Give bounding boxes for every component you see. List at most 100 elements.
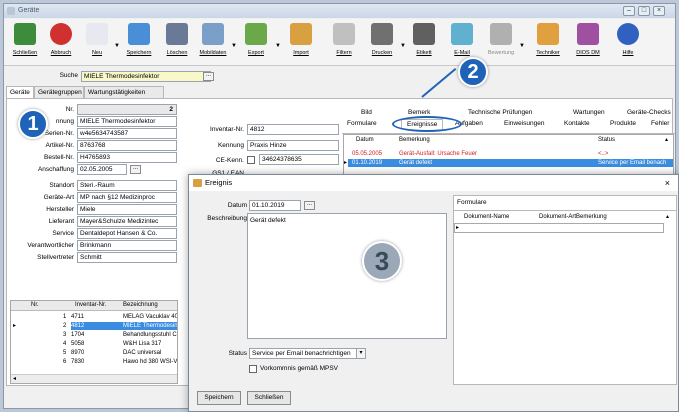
- maximize-button[interactable]: □: [638, 6, 650, 16]
- status-select[interactable]: Service per Email benachrichtigen: [249, 348, 357, 359]
- tool-label: Neu: [91, 50, 103, 56]
- serien-field[interactable]: w4e5634743587: [77, 128, 177, 139]
- ce-checkbox[interactable]: [247, 156, 255, 164]
- geraeteart-select[interactable]: MP nach §12 Medizinproc: [77, 192, 177, 203]
- cell-bezeichnung: Hawo hd 380 WSI-V: [123, 359, 178, 365]
- label-tool-button[interactable]: Etikett: [407, 21, 441, 63]
- tool-label: Hilfe: [622, 50, 634, 56]
- door-icon: [14, 23, 36, 45]
- anschaffung-date-button[interactable]: ...: [130, 165, 141, 174]
- col-bezeichnung: Bezeichnung: [123, 302, 158, 308]
- close-tool-button[interactable]: Schließen: [8, 21, 42, 63]
- mobile-data-tool-button[interactable]: Mobildaten: [196, 21, 230, 63]
- tab-produkte[interactable]: Produkte: [610, 120, 636, 127]
- new-dropdown-icon[interactable]: ▼: [114, 43, 120, 49]
- new-document-row[interactable]: ▸: [454, 223, 664, 233]
- standort-field[interactable]: Steri.-Raum: [77, 180, 177, 191]
- search-dots-button[interactable]: ...: [203, 72, 214, 81]
- service-field[interactable]: Dentaldepot Hansen & Co.: [77, 228, 177, 239]
- hersteller-field[interactable]: Miele: [77, 204, 177, 215]
- search-input[interactable]: MIELE Thermodesinfektor: [81, 71, 211, 82]
- bestell-field[interactable]: H4765893: [77, 152, 177, 163]
- table-row[interactable]: 1 4711 MELAG Vacuklav 40: [11, 313, 177, 321]
- events-header: Datum Bemerkung Status ▴: [344, 136, 673, 144]
- save-tool-button[interactable]: Speichern: [122, 21, 156, 63]
- cell-datum: 01.10.2019: [352, 160, 383, 166]
- table-row-selected[interactable]: ▸ 2 4812 MIELE Thermodesinf: [11, 322, 177, 330]
- mobile-dropdown-icon[interactable]: ▼: [231, 43, 237, 49]
- tool-label: Mobildaten: [199, 50, 227, 56]
- inventar-field[interactable]: 4812: [247, 124, 339, 135]
- table-row-selected[interactable]: ▸ 01.10.2019 Gerät defekt Service per Em…: [344, 159, 673, 167]
- cancel-tool-button[interactable]: Abbruch: [44, 21, 78, 63]
- table-row[interactable]: 6 7830 Hawo hd 380 WSI-V: [11, 358, 177, 366]
- table-row[interactable]: 5 8970 DAC universal: [11, 349, 177, 357]
- tab-geraetegruppen[interactable]: Gerätegruppen: [34, 86, 84, 98]
- bezeichnung-field[interactable]: MIELE Thermodesinfektor: [77, 116, 177, 127]
- technician-tool-button[interactable]: Techniker: [531, 21, 565, 63]
- cell-bemerkung: Gerät-Ausfall: Ursache Feuer: [399, 151, 478, 157]
- geraeteart-label: Geräte-Art: [43, 194, 74, 201]
- datum-picker-button[interactable]: ...: [304, 201, 315, 210]
- table-row[interactable]: 4 5058 W&H Lisa 317: [11, 340, 177, 348]
- table-row[interactable]: 3 1704 Behandlungsstuhl C5: [11, 331, 177, 339]
- filter-tool-button[interactable]: Filtern: [327, 21, 361, 63]
- kennung-field[interactable]: Praxis Hinze: [247, 140, 339, 151]
- tab-dialog-formulare[interactable]: Formulare: [457, 199, 487, 206]
- tab-geraete-checks[interactable]: Geräte-Checks: [627, 109, 671, 116]
- stellvertreter-field[interactable]: Schmitt: [77, 252, 177, 263]
- export-dropdown-icon[interactable]: ▼: [275, 43, 281, 49]
- dios-dm-tool-button[interactable]: DIOS DM: [571, 21, 605, 63]
- tab-technische-pruefungen[interactable]: Technische Prüfungen: [468, 109, 532, 116]
- scroll-left-icon[interactable]: ◂: [13, 375, 16, 382]
- status-label: Status: [228, 350, 247, 357]
- tool-label: Export: [248, 50, 264, 56]
- tool-label: Filtern: [336, 50, 352, 56]
- verantwortlicher-field[interactable]: Brinkmann: [77, 240, 177, 251]
- tab-kontakte[interactable]: Kontakte: [564, 120, 590, 127]
- scroll-up-icon[interactable]: ▴: [666, 213, 669, 221]
- close-window-button[interactable]: ×: [653, 6, 665, 16]
- print-tool-button[interactable]: Drucken: [365, 21, 399, 63]
- tool-label: Bewertung: [487, 50, 515, 56]
- device-list-scrollbar[interactable]: ◂: [11, 374, 177, 383]
- ce-field[interactable]: 34624378635: [259, 154, 339, 165]
- rating-dropdown-icon[interactable]: ▼: [519, 43, 525, 49]
- status-dropdown-icon[interactable]: ▾: [356, 348, 366, 359]
- tab-bild[interactable]: Bild: [361, 109, 372, 116]
- tab-fehler[interactable]: Fehler: [651, 120, 669, 127]
- tab-einweisungen[interactable]: Einweisungen: [504, 120, 544, 127]
- rating-tool-button[interactable]: Bewertung: [484, 21, 518, 63]
- export-tool-button[interactable]: Export: [239, 21, 273, 63]
- import-tool-button[interactable]: Import: [284, 21, 318, 63]
- tab-bemerkung[interactable]: Bemerk: [408, 109, 430, 116]
- inventar-label: Inventar-Nr.: [210, 126, 244, 133]
- col-bemerkung: Bemerkung: [399, 137, 430, 143]
- tool-label: Abbruch: [50, 50, 72, 56]
- table-row[interactable]: 05.05.2005 Gerät-Ausfall: Ursache Feuer …: [344, 150, 673, 158]
- delete-tool-button[interactable]: Löschen: [160, 21, 194, 63]
- search-row: Suche MIELE Thermodesinfektor ...: [4, 70, 675, 84]
- documents-grid: Dokument-Name Dokument-Art Bemerkung ▴ ▸: [454, 210, 676, 384]
- scroll-up-icon[interactable]: ▴: [665, 136, 668, 144]
- tab-formulare[interactable]: Formulare: [347, 120, 377, 127]
- nr-field: 2: [77, 104, 177, 115]
- minimize-button[interactable]: –: [623, 6, 635, 16]
- tab-wartungen[interactable]: Wartungen: [573, 109, 605, 116]
- beschreibung-textarea[interactable]: Gerät defekt: [247, 213, 447, 339]
- print-dropdown-icon[interactable]: ▼: [400, 43, 406, 49]
- datum-field[interactable]: 01.10.2019: [249, 200, 301, 211]
- anschaffung-field[interactable]: 02.05.2005: [77, 164, 127, 175]
- new-document-icon: [86, 23, 108, 45]
- dialog-close-icon[interactable]: ×: [665, 175, 670, 191]
- save-button[interactable]: Speichern: [197, 391, 241, 405]
- help-tool-button[interactable]: Hilfe: [611, 21, 645, 63]
- new-tool-button[interactable]: Neu: [80, 21, 114, 63]
- tab-wartungstaetigkeiten[interactable]: Wartungstätigkeiten: [84, 86, 164, 98]
- vorkommnis-checkbox[interactable]: [249, 365, 257, 373]
- close-button[interactable]: Schließen: [247, 391, 291, 405]
- artikel-field[interactable]: 8763768: [77, 140, 177, 151]
- cell-inventar: 4812: [71, 322, 121, 330]
- filter-icon: [333, 23, 355, 45]
- lieferant-field[interactable]: Mayer&Schulze Medizintec: [77, 216, 177, 227]
